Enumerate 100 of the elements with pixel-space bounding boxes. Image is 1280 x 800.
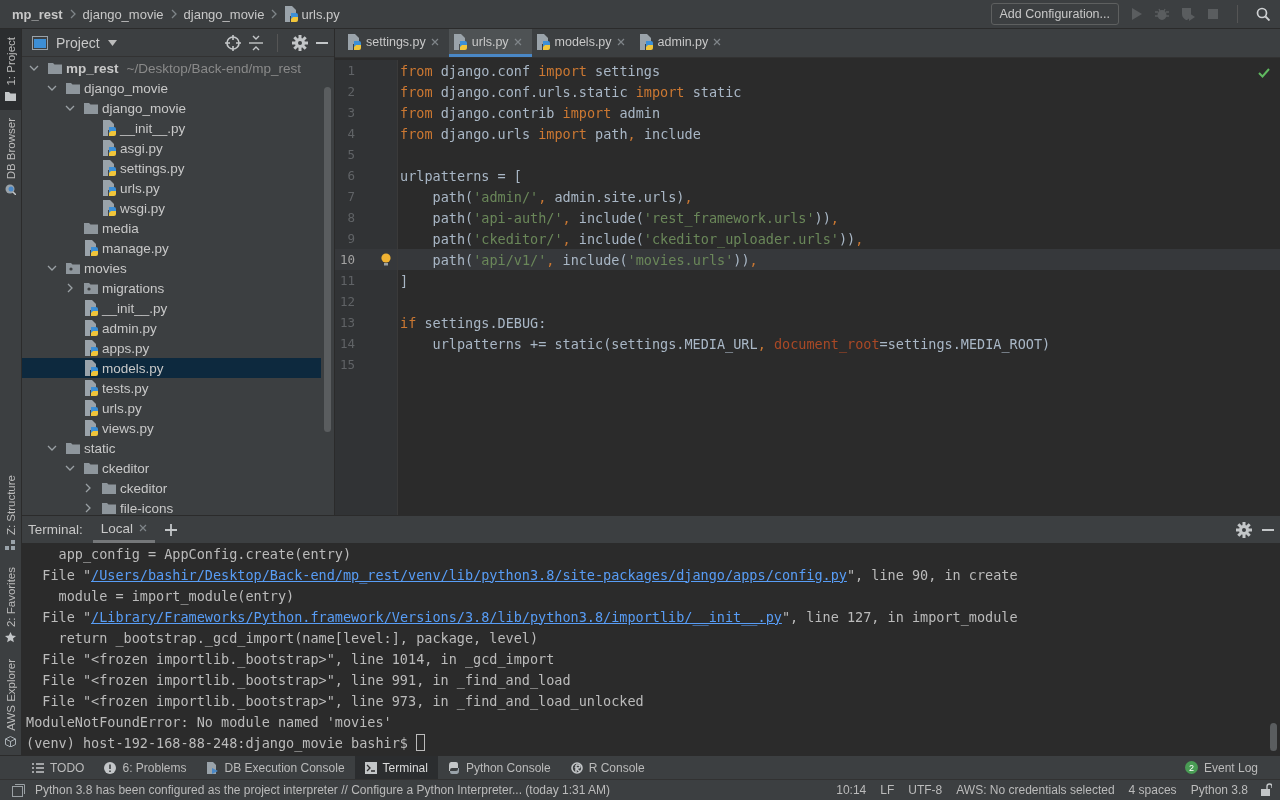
tree-item[interactable]: settings.py [22, 158, 321, 178]
terminal-text: File "<frozen importlib._bootstrap>", line 1014, in _gcd_import [41, 650, 555, 667]
collapse-all-icon [249, 34, 263, 51]
code-line: from django.contrib import admin [400, 104, 661, 121]
tool-window-button[interactable]: 6: Problems [94, 756, 197, 779]
status-item[interactable]: UTF-8 [906, 783, 945, 797]
tree-item[interactable]: __init__.py [22, 298, 321, 318]
tree-item[interactable]: movies [22, 258, 321, 278]
code-editor[interactable] [335, 58, 1280, 515]
status-message: Python 3.8 has been configured as the project interpreter // Configure a Python Interpreter... (today 1:31 AM) [35, 783, 610, 797]
scrollbar[interactable] [324, 87, 331, 432]
close-icon [513, 37, 522, 46]
python-file-icon [452, 33, 467, 50]
terminal-tab[interactable]: Local [92, 516, 156, 543]
settings-icon [292, 34, 308, 51]
status-item[interactable]: 10:14 [834, 783, 869, 797]
python-icon [447, 761, 460, 774]
scrollbar[interactable] [1270, 723, 1277, 751]
tree-item[interactable]: tests.py [22, 378, 321, 398]
editor-tab[interactable]: models.py [531, 29, 635, 57]
tree-item[interactable]: views.py [22, 418, 321, 438]
tree-item[interactable]: ckeditor [22, 478, 321, 498]
folder-icon [84, 102, 98, 114]
terminal-text: File "<frozen importlib._bootstrap>", line 991, in _find_and_load [41, 671, 571, 688]
file-link[interactable]: /Users/bashir/Desktop/Back-end/mp_rest/venv/lib/python3.8/site-packages/django/apps/config.py [91, 566, 847, 583]
tool-window-button[interactable]: R Console [560, 756, 655, 779]
tool-window-button[interactable]: TODO [22, 756, 95, 779]
tree-item[interactable]: django_movie [22, 78, 321, 98]
editor-tab[interactable]: settings.py [343, 29, 449, 57]
close-icon [616, 37, 625, 46]
tool-window-tab[interactable]: 1: Project [0, 29, 21, 110]
run-icon [1131, 7, 1143, 21]
python-file-icon [84, 360, 98, 376]
tree-item[interactable]: __init__.py [22, 118, 321, 138]
search-icon [1256, 7, 1270, 21]
stop-icon [1207, 8, 1219, 20]
text-cursor [416, 734, 426, 751]
breadcrumb[interactable]: urls.py [284, 6, 340, 22]
tree-item[interactable]: ckeditor [22, 458, 321, 478]
no-problems-check-icon [1258, 68, 1270, 78]
database-search-icon [5, 183, 16, 195]
tree-item[interactable]: migrations [22, 278, 321, 298]
project-window-icon [32, 35, 48, 50]
terminal-text: (venv) host-192-168-88-248:django_movie bashir$ [26, 734, 409, 751]
tool-window-button[interactable]: Terminal [354, 756, 438, 779]
python-file-icon [84, 340, 98, 356]
tree-item[interactable]: file-icons [22, 498, 321, 515]
status-item[interactable]: Python 3.8 [1188, 783, 1250, 797]
folder-icon [66, 82, 80, 94]
run-configuration-button[interactable]: Add Configuration... [990, 3, 1119, 25]
python-file-icon [535, 33, 550, 50]
code-line: urlpatterns = [ [400, 167, 522, 184]
folder-icon [84, 462, 98, 474]
caret-icon [107, 39, 117, 46]
event-log-button[interactable]: 2 Event Log [1174, 756, 1280, 779]
tree-item[interactable]: django_movie [22, 98, 321, 118]
status-item[interactable]: 4 spaces [1126, 783, 1179, 797]
editor-tab[interactable]: admin.py [634, 29, 732, 57]
python-file-icon [84, 380, 98, 396]
tool-window-tab[interactable]: 2: Favorites [0, 559, 21, 652]
tool-window-tab[interactable]: DB Browser [0, 109, 21, 203]
close-icon [139, 524, 148, 532]
tree-item[interactable]: models.py [22, 358, 321, 378]
python-file-icon [284, 6, 299, 22]
tree-item[interactable]: asgi.py [22, 138, 321, 158]
panel-toggle-icon [12, 783, 25, 797]
code-line: from django.urls import path, include [400, 125, 701, 142]
tree-item[interactable]: apps.py [22, 338, 321, 358]
terminal-text: File " [41, 566, 92, 583]
tree-item[interactable]: wsgi.py [22, 198, 321, 218]
status-item[interactable]: LF [878, 783, 897, 797]
plus-icon [165, 523, 178, 536]
tree-item[interactable]: mp_rest ~/Desktop/Back-end/mp_rest [22, 58, 321, 78]
tool-window-tab[interactable]: AWS Explorer [0, 651, 21, 755]
project-view-selector[interactable]: Project [56, 34, 117, 51]
folder-icon [48, 62, 62, 74]
tree-item[interactable]: urls.py [22, 398, 321, 418]
tree-item[interactable]: media [22, 218, 321, 238]
close-icon [713, 37, 722, 46]
terminal-text: module = import_module(entry) [57, 587, 295, 604]
tree-item[interactable]: static [22, 438, 321, 458]
tree-item[interactable]: manage.py [22, 238, 321, 258]
code-line: path('admin/', admin.site.urls), [431, 188, 693, 205]
terminal-text: return _bootstrap._gcd_import(name[level:], package, level) [57, 629, 539, 646]
file-link[interactable]: /Library/Frameworks/Python.framework/Versions/3.8/lib/python3.8/importlib/__init__.py [91, 608, 782, 625]
python-file-icon [638, 33, 653, 50]
editor-tab[interactable]: urls.py [448, 29, 532, 57]
breadcrumb[interactable]: django_movie [82, 6, 164, 22]
path-hint: ~/Desktop/Back-end/mp_rest [126, 60, 301, 76]
tool-window-button[interactable]: Python Console [437, 756, 561, 779]
status-item[interactable]: AWS: No credentials selected [954, 783, 1117, 797]
breadcrumb[interactable]: django_movie [183, 6, 265, 22]
list-icon [32, 761, 44, 774]
tree-item[interactable]: urls.py [22, 178, 321, 198]
terminal-icon [364, 761, 377, 774]
breadcrumb[interactable]: mp_rest [12, 6, 63, 22]
file-run-icon [206, 761, 219, 774]
tool-window-tab[interactable]: Z: Structure [0, 467, 21, 560]
tool-window-button[interactable]: DB Execution Console [196, 756, 355, 779]
tree-item[interactable]: admin.py [22, 318, 321, 338]
